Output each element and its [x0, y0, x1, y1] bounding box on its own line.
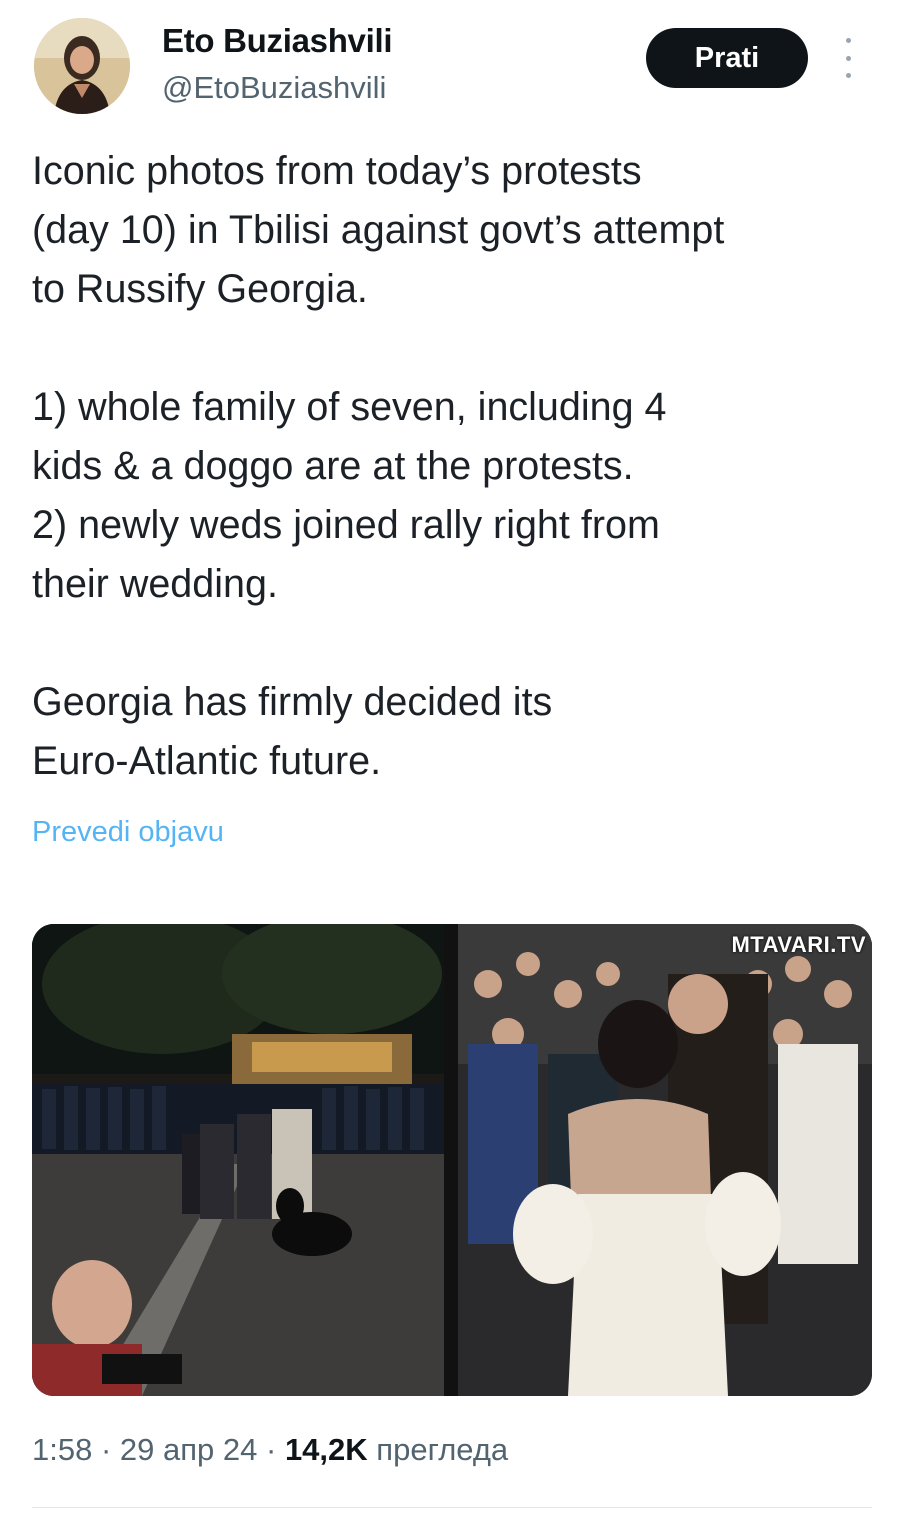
- photo-family-with-dog[interactable]: [32, 924, 444, 1396]
- author-name[interactable]: Eto Buziashvili: [162, 22, 393, 60]
- divider: [32, 1507, 872, 1508]
- media-grid: MTAVARI.TV: [32, 924, 872, 1396]
- tweet-line: Iconic photos from today’s protests: [32, 149, 642, 193]
- author-handle[interactable]: @EtoBuziashvili: [162, 70, 386, 106]
- tweet-line: Georgia has firmly decided its: [32, 680, 553, 724]
- follow-button[interactable]: Prati: [646, 28, 808, 88]
- separator-dot: ·: [266, 1432, 285, 1467]
- views-count: 14,2K: [284, 1432, 368, 1467]
- separator-dot: ·: [100, 1432, 120, 1467]
- photo-newlyweds[interactable]: MTAVARI.TV: [458, 924, 872, 1396]
- tweet-date[interactable]: 29 апр 24: [120, 1432, 257, 1467]
- tweet-line: to Russify Georgia.: [32, 267, 368, 311]
- tweet-line: Euro-Atlantic future.: [32, 739, 382, 783]
- tweet-time[interactable]: 1:58: [32, 1432, 92, 1467]
- tweet-line: (day 10) in Tbilisi against govt’s attem…: [32, 208, 725, 252]
- views-label: прегледа: [376, 1432, 509, 1467]
- tweet-line: kids & a doggo are at the protests.: [32, 444, 634, 488]
- tweet-line: their wedding.: [32, 562, 278, 606]
- more-options-icon[interactable]: [836, 38, 860, 78]
- tweet-text: Iconic photos from today’s protests (day…: [32, 142, 872, 791]
- photo-watermark: MTAVARI.TV: [731, 932, 866, 957]
- tweet-line: 2) newly weds joined rally right from: [32, 503, 660, 547]
- tweet-header: Eto Buziashvili @EtoBuziashvili Prati: [0, 0, 900, 130]
- tweet-line: 1) whole family of seven, including 4: [32, 385, 667, 429]
- author-avatar[interactable]: [34, 18, 130, 114]
- translate-link[interactable]: Prevedi objavu: [32, 816, 224, 849]
- tweet-meta: 1:58 · 29 апр 24 · 14,2K прегледа: [32, 1432, 508, 1468]
